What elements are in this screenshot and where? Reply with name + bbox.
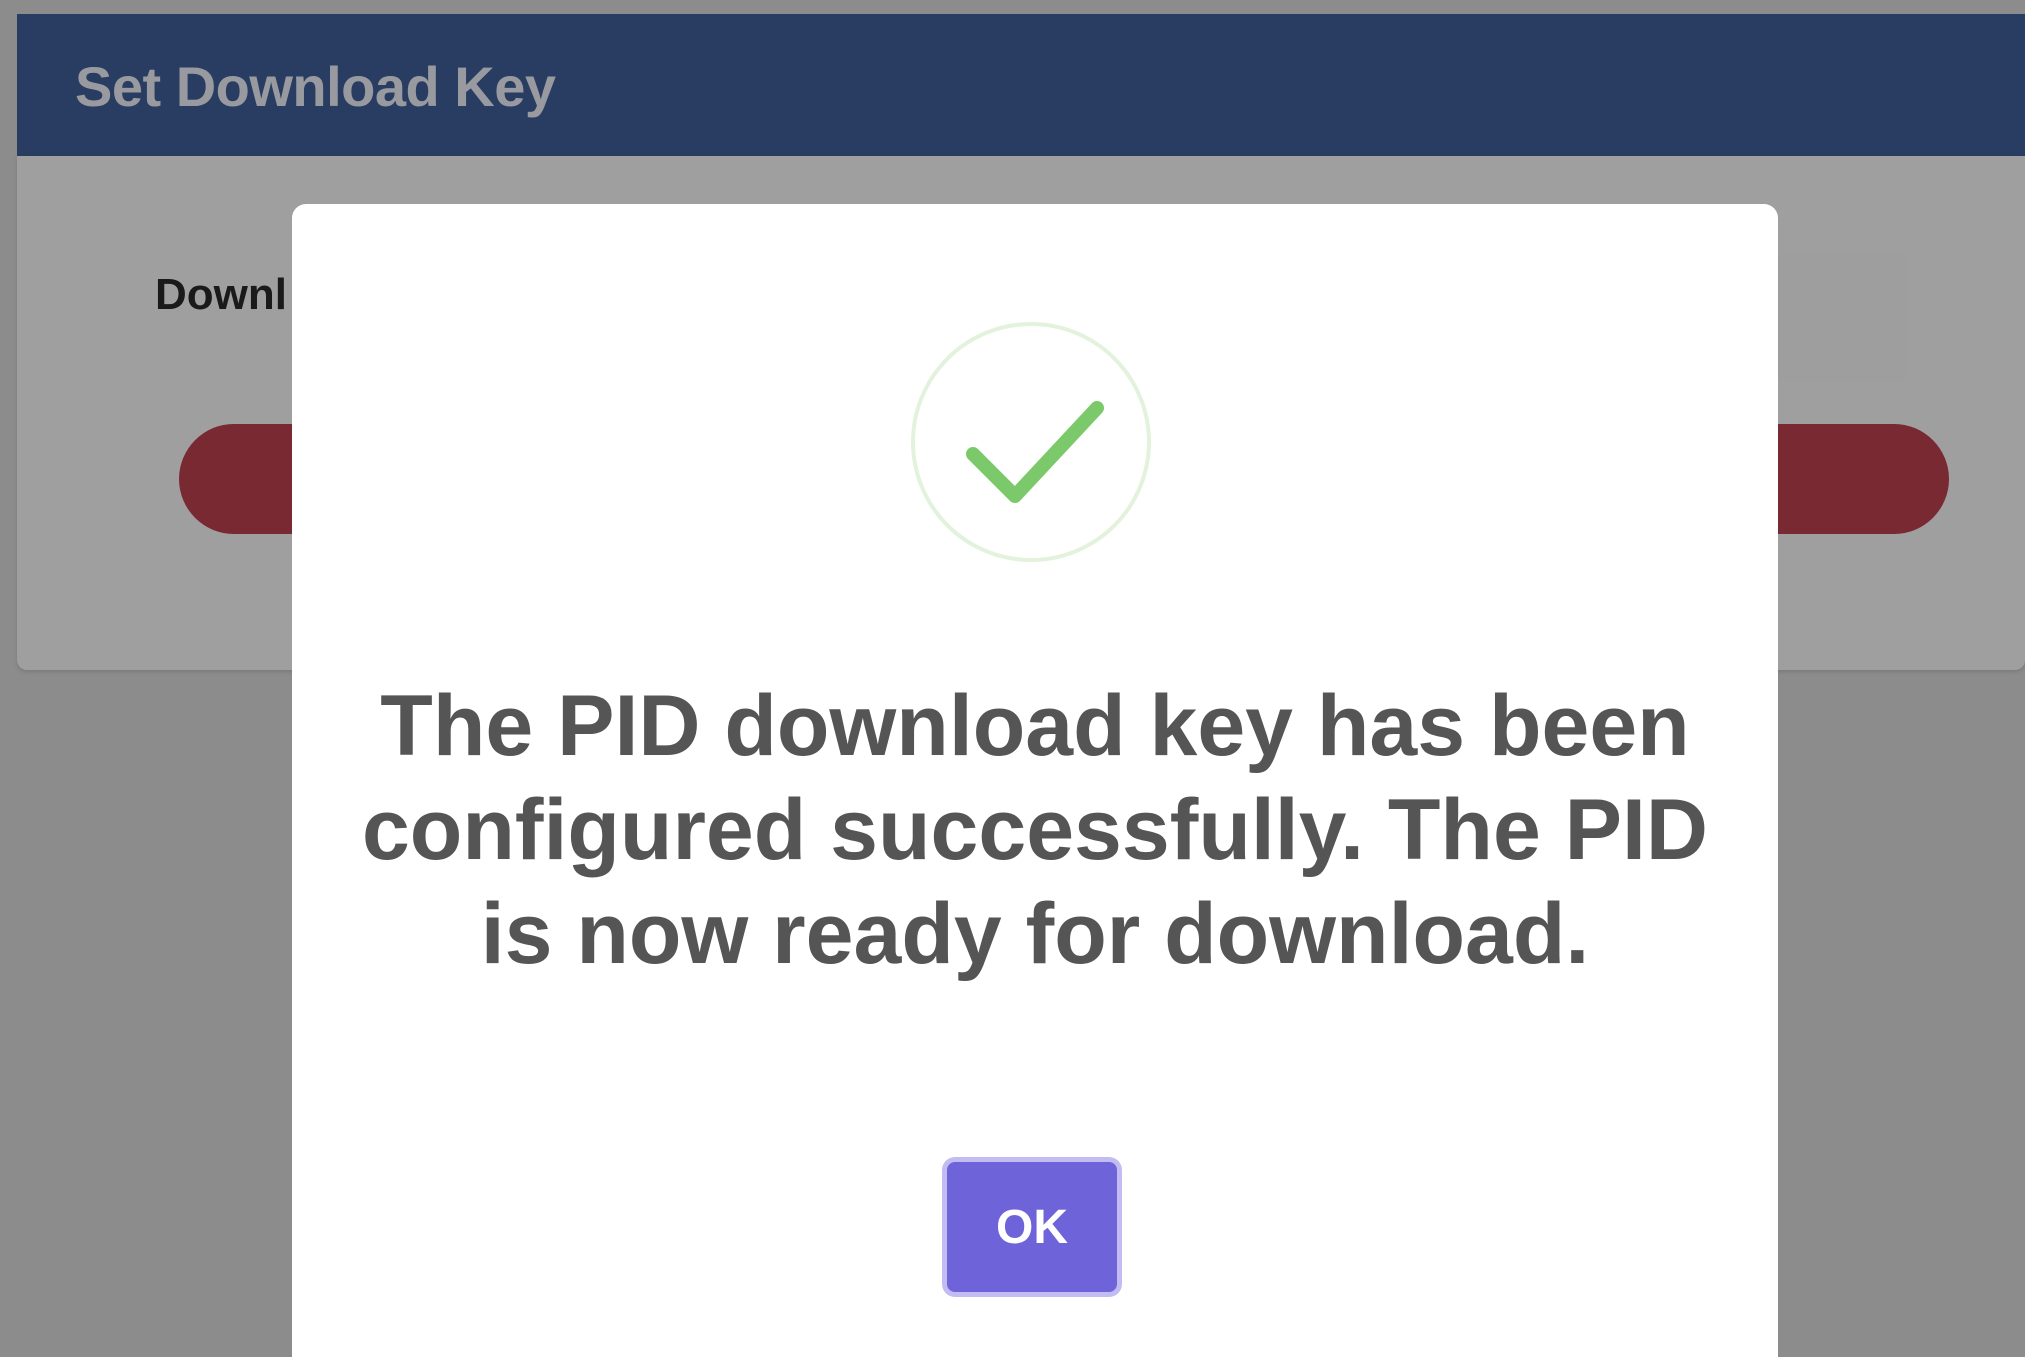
ok-button[interactable]: OK (947, 1162, 1117, 1292)
success-dialog: The PID download key has been configured… (292, 204, 1778, 1357)
success-message: The PID download key has been configured… (361, 678, 1709, 982)
checkmark-icon (911, 322, 1151, 562)
